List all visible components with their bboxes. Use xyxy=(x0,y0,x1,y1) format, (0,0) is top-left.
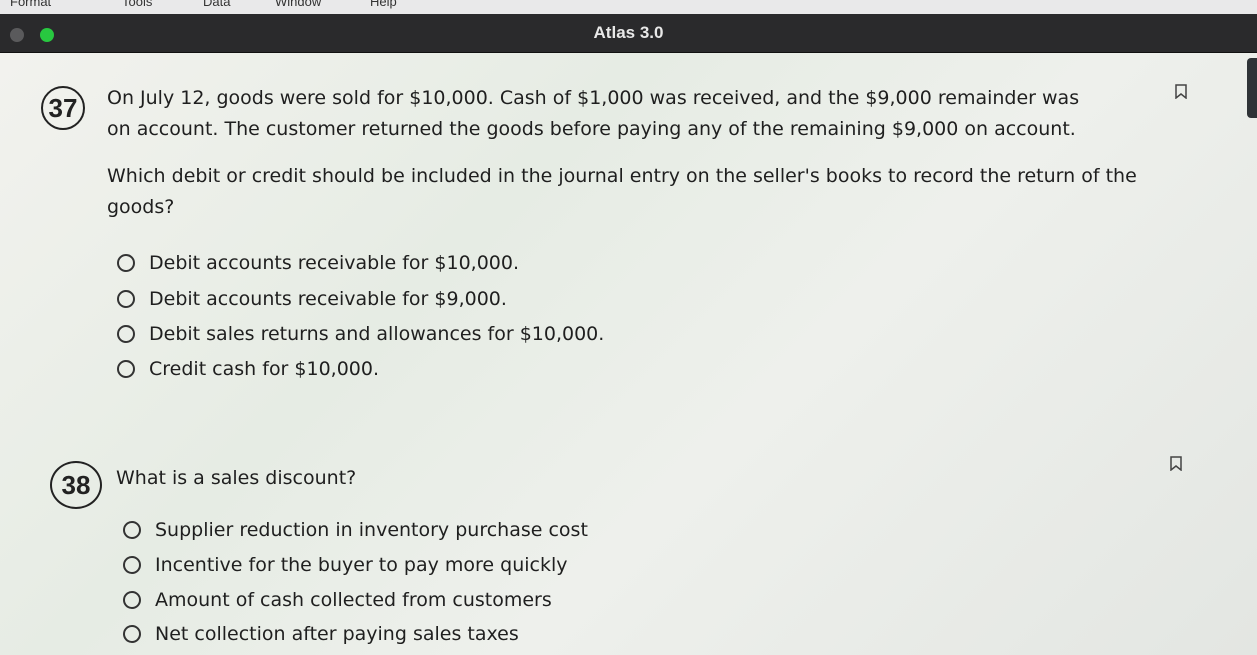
question-stem: What is a sales discount? xyxy=(116,467,357,489)
radio-button-icon[interactable] xyxy=(117,360,135,378)
bookmark-icon[interactable] xyxy=(1175,84,1187,99)
answer-option-label: Supplier reduction in inventory purchase… xyxy=(155,519,588,541)
answer-option[interactable]: Debit accounts receivable for $9,000. xyxy=(117,284,507,314)
menu-help[interactable]: Help xyxy=(370,0,397,9)
menu-window[interactable]: Window xyxy=(275,0,321,9)
question-stem: On July 12, goods were sold for $10,000.… xyxy=(107,87,1080,140)
question-number-badge: 38 xyxy=(50,461,102,509)
radio-button-icon[interactable] xyxy=(123,625,141,643)
bookmark-icon[interactable] xyxy=(1170,456,1182,471)
app-menubar: Format Tools Data Window Help xyxy=(0,0,1257,14)
menu-format[interactable]: Format xyxy=(10,0,51,9)
radio-button-icon[interactable] xyxy=(117,290,135,308)
answer-option-label: Amount of cash collected from customers xyxy=(155,589,552,611)
window-titlebar: Atlas 3.0 xyxy=(0,14,1257,53)
answer-option-label: Debit accounts receivable for $9,000. xyxy=(149,288,507,310)
scrollbar-thumb[interactable] xyxy=(1247,58,1257,118)
menu-tools[interactable]: Tools xyxy=(122,0,152,9)
answer-option[interactable]: Incentive for the buyer to pay more quic… xyxy=(123,550,568,580)
quiz-content: 37 On July 12, goods were sold for $10,0… xyxy=(0,53,1257,655)
answer-option[interactable]: Debit sales returns and allowances for $… xyxy=(117,319,604,349)
answer-option-label: Credit cash for $10,000. xyxy=(149,358,380,380)
answer-option[interactable]: Debit accounts receivable for $10,000. xyxy=(117,248,519,278)
answer-option-label: Debit sales returns and allowances for $… xyxy=(149,323,605,345)
answer-option[interactable]: Net collection after paying sales taxes xyxy=(123,619,519,649)
answer-option[interactable]: Credit cash for $10,000. xyxy=(117,354,379,384)
radio-button-icon[interactable] xyxy=(117,325,135,343)
answer-option-label: Incentive for the buyer to pay more quic… xyxy=(155,554,568,576)
window-title: Atlas 3.0 xyxy=(593,23,664,42)
answer-option[interactable]: Amount of cash collected from customers xyxy=(123,585,552,615)
radio-button-icon[interactable] xyxy=(123,521,141,539)
answer-option[interactable]: Supplier reduction in inventory purchase… xyxy=(123,515,588,545)
radio-button-icon[interactable] xyxy=(117,254,135,272)
menu-data[interactable]: Data xyxy=(203,0,230,9)
radio-button-icon[interactable] xyxy=(123,591,141,609)
answer-option-label: Debit accounts receivable for $10,000. xyxy=(149,252,520,274)
answer-option-label: Net collection after paying sales taxes xyxy=(155,623,519,645)
radio-button-icon[interactable] xyxy=(123,556,141,574)
question-prompt: Which debit or credit should be included… xyxy=(107,165,1137,218)
question-number-badge: 37 xyxy=(41,86,85,130)
